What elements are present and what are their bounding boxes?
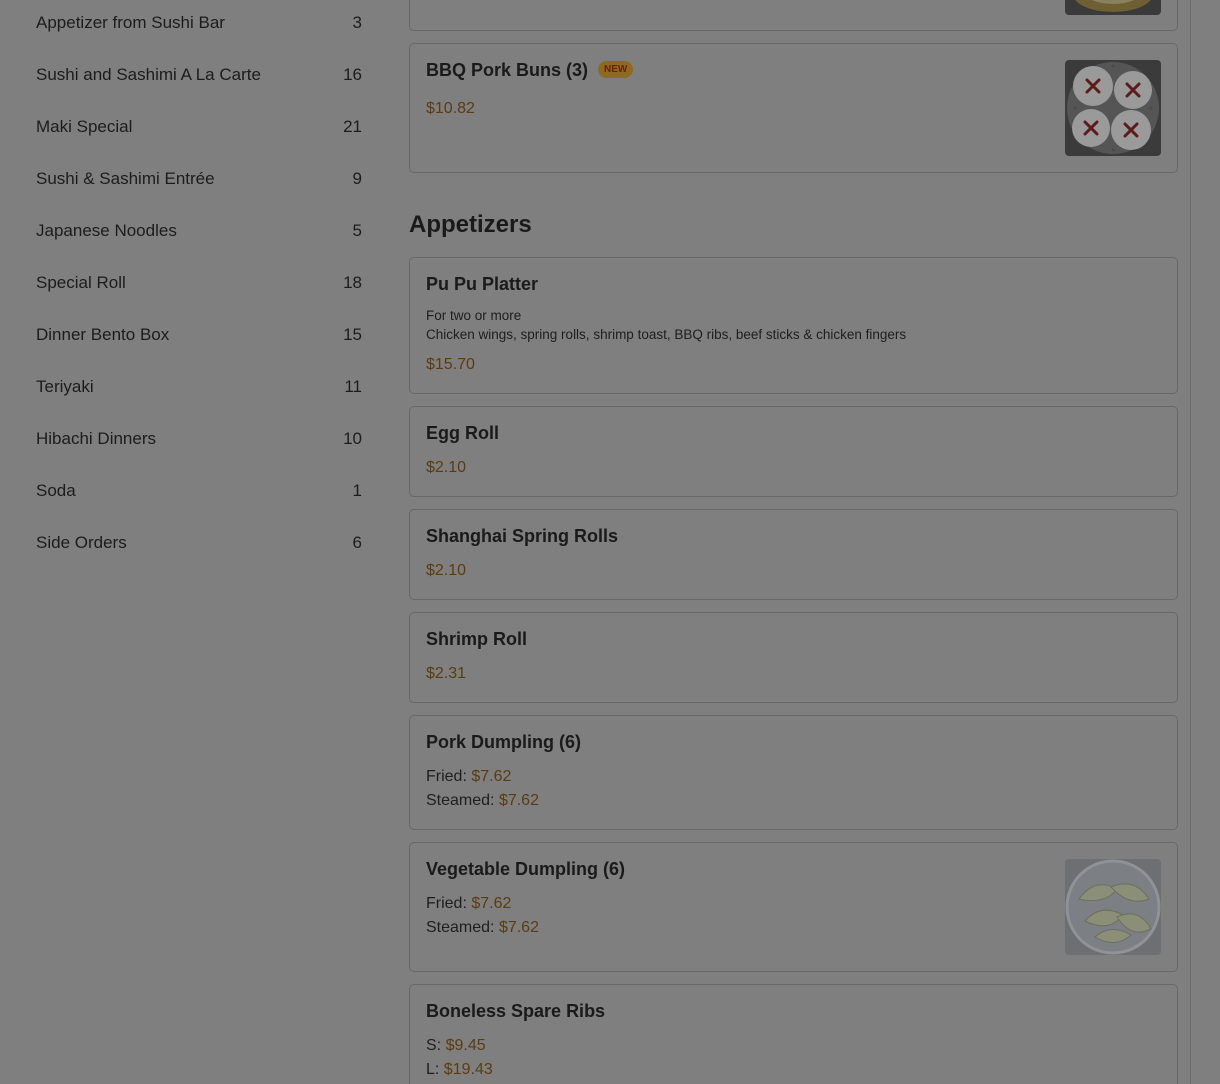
item-name: Pu Pu Platter (426, 274, 539, 294)
category-label: Maki Special (36, 117, 133, 136)
category-special-roll[interactable]: Special Roll 18 (36, 268, 362, 298)
item-price-option-1: S: $9.45 (426, 1037, 486, 1055)
previous-item-photo (1065, 0, 1161, 15)
bbq-pork-buns-photo (1065, 60, 1161, 156)
category-label: Sushi & Sashimi Entrée (36, 169, 215, 188)
vegetable-dumpling-photo (1065, 859, 1161, 955)
category-sushi-sashimi-entree[interactable]: Sushi & Sashimi Entrée 9 (36, 164, 362, 194)
category-label: Sushi and Sashimi A La Carte (36, 65, 261, 84)
option-price: $19.43 (443, 1061, 493, 1078)
option-label: L: (426, 1061, 440, 1078)
category-count: 11 (344, 377, 362, 396)
category-count: 1 (352, 481, 362, 500)
menu-item-card-previous[interactable] (409, 0, 1178, 31)
category-label: Japanese Noodles (36, 221, 177, 240)
category-label: Dinner Bento Box (36, 325, 170, 344)
item-name: Boneless Spare Ribs (426, 1001, 606, 1021)
item-description-line-2: Chicken wings, spring rolls, shrimp toas… (426, 327, 907, 342)
item-name: Shrimp Roll (426, 629, 528, 649)
item-description-line-1: For two or more (426, 308, 522, 323)
item-price-option-2: Steamed: $7.62 (426, 792, 539, 810)
category-soda[interactable]: Soda 1 (36, 476, 362, 506)
menu-item-card-egg-roll[interactable]: Egg Roll $2.10 (409, 406, 1178, 497)
option-label: Fried: (426, 895, 467, 912)
menu-item-card-shanghai-spring-rolls[interactable]: Shanghai Spring Rolls $2.10 (409, 509, 1178, 600)
category-hibachi-dinners[interactable]: Hibachi Dinners 10 (36, 424, 362, 454)
item-price: $15.70 (426, 356, 475, 373)
category-count: 6 (352, 533, 362, 552)
menu-item-card-bbq-pork-buns[interactable]: BBQ Pork Buns (3) NEW $10.82 (409, 43, 1178, 173)
menu-item-card-boneless-spare-ribs[interactable]: Boneless Spare Ribs S: $9.45 L: $19.43 (409, 984, 1178, 1084)
item-name: Vegetable Dumpling (6) (426, 859, 626, 879)
item-price-option-2: Steamed: $7.62 (426, 919, 539, 937)
option-price: $7.62 (471, 895, 512, 912)
item-price-option-2: L: $19.43 (426, 1061, 493, 1079)
category-sushi-and-sashimi-a-la-carte[interactable]: Sushi and Sashimi A La Carte 16 (36, 60, 362, 90)
category-count: 5 (352, 221, 362, 240)
option-label: Steamed: (426, 792, 495, 809)
option-price: $7.62 (498, 792, 539, 809)
item-name: Shanghai Spring Rolls (426, 526, 619, 546)
category-appetizer-from-sushi-bar[interactable]: Appetizer from Sushi Bar 3 (36, 8, 362, 38)
category-japanese-noodles[interactable]: Japanese Noodles 5 (36, 216, 362, 246)
item-price: $2.10 (426, 562, 467, 579)
category-label: Hibachi Dinners (36, 429, 156, 448)
category-count: 15 (343, 325, 362, 344)
section-title-appetizers: Appetizers (409, 211, 532, 238)
category-count: 18 (343, 273, 362, 292)
option-label: Fried: (426, 768, 467, 785)
option-label: S: (426, 1037, 442, 1054)
item-price: $2.10 (426, 459, 467, 476)
category-label: Side Orders (36, 533, 127, 552)
category-count: 10 (343, 429, 362, 448)
category-label: Special Roll (36, 273, 126, 292)
category-teriyaki[interactable]: Teriyaki 11 (36, 372, 362, 402)
right-divider (1190, 0, 1191, 1084)
category-label: Teriyaki (36, 377, 94, 396)
menu-item-card-vegetable-dumpling[interactable]: Vegetable Dumpling (6) Fried: $7.62 Stea… (409, 842, 1178, 972)
item-name: Pork Dumpling (6) (426, 732, 582, 752)
category-count: 3 (352, 13, 362, 32)
category-count: 21 (343, 117, 362, 136)
item-price-option-1: Fried: $7.62 (426, 895, 511, 913)
category-maki-special[interactable]: Maki Special 21 (36, 112, 362, 142)
menu-item-card-shrimp-roll[interactable]: Shrimp Roll $2.31 (409, 612, 1178, 703)
menu-page: Appetizer from Sushi Bar 3 Sushi and Sas… (0, 0, 1220, 1084)
item-price: $10.82 (426, 100, 475, 117)
option-price: $7.62 (498, 919, 539, 936)
option-price: $9.45 (445, 1037, 486, 1054)
item-name: Egg Roll (426, 423, 499, 443)
item-name: BBQ Pork Buns (3) (426, 60, 589, 80)
item-price-option-1: Fried: $7.62 (426, 768, 511, 786)
category-dinner-bento-box[interactable]: Dinner Bento Box 15 (36, 320, 362, 350)
menu-item-card-pu-pu-platter[interactable]: Pu Pu Platter For two or more Chicken wi… (409, 257, 1178, 394)
option-price: $7.62 (471, 768, 512, 785)
category-side-orders[interactable]: Side Orders 6 (36, 528, 362, 558)
category-label: Appetizer from Sushi Bar (36, 13, 225, 32)
item-price: $2.31 (426, 665, 467, 682)
new-badge: NEW (598, 60, 634, 78)
menu-item-card-pork-dumpling[interactable]: Pork Dumpling (6) Fried: $7.62 Steamed: … (409, 715, 1178, 830)
category-count: 16 (343, 65, 362, 84)
option-label: Steamed: (426, 919, 495, 936)
category-label: Soda (36, 481, 76, 500)
item-name-row: BBQ Pork Buns (3) NEW (426, 60, 634, 81)
category-count: 9 (352, 169, 362, 188)
